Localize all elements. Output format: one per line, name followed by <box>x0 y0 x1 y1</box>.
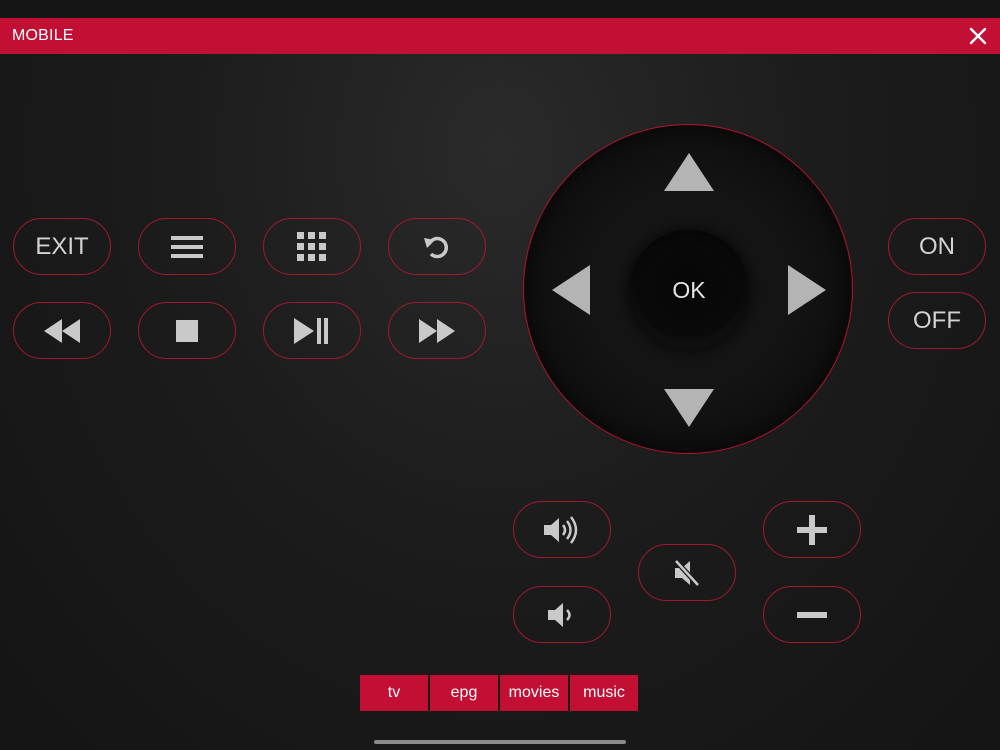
tab-tv[interactable]: tv <box>360 675 428 711</box>
tab-epg[interactable]: epg <box>430 675 498 711</box>
grid-button[interactable] <box>263 218 361 275</box>
fast-forward-icon <box>419 318 455 343</box>
power-on-label: ON <box>919 232 955 260</box>
refresh-icon <box>422 232 452 262</box>
app-title: MOBILE <box>12 27 74 44</box>
minus-icon <box>797 611 827 619</box>
dpad: OK <box>523 124 853 454</box>
channel-up-button[interactable] <box>763 501 861 558</box>
power-on-button[interactable]: ON <box>888 218 986 275</box>
tab-movies[interactable]: movies <box>500 675 568 711</box>
tab-label: music <box>583 684 625 701</box>
arrow-left-icon[interactable] <box>552 265 590 320</box>
menu-icon <box>171 235 203 259</box>
power-off-button[interactable]: OFF <box>888 292 986 349</box>
menu-button[interactable] <box>138 218 236 275</box>
status-bar <box>0 0 1000 18</box>
tab-music[interactable]: music <box>570 675 638 711</box>
stop-button[interactable] <box>138 302 236 359</box>
play-pause-button[interactable] <box>263 302 361 359</box>
rewind-icon <box>44 318 80 343</box>
mute-button[interactable] <box>638 544 736 601</box>
rewind-button[interactable] <box>13 302 111 359</box>
tab-label: epg <box>450 684 478 701</box>
stop-icon <box>176 319 198 342</box>
refresh-button[interactable] <box>388 218 486 275</box>
arrow-up-icon[interactable] <box>664 153 714 196</box>
tab-label: movies <box>508 684 560 701</box>
exit-button-label: EXIT <box>35 232 89 260</box>
home-indicator[interactable] <box>374 740 626 744</box>
title-bar: MOBILE <box>0 18 1000 54</box>
tab-label: tv <box>387 684 401 701</box>
fast-forward-button[interactable] <box>388 302 486 359</box>
plus-icon <box>797 514 827 545</box>
close-icon[interactable] <box>968 26 988 46</box>
volume-down-button[interactable] <box>513 586 611 643</box>
mute-icon <box>673 558 701 588</box>
ok-button[interactable]: OK <box>629 230 749 350</box>
grid-icon <box>297 231 327 262</box>
ok-button-label: OK <box>672 276 706 303</box>
arrow-down-icon[interactable] <box>664 389 714 432</box>
bottom-tabs: tv epg movies music <box>360 675 638 711</box>
play-pause-icon <box>294 317 330 344</box>
power-off-label: OFF <box>913 306 961 334</box>
volume-up-button[interactable] <box>513 501 611 558</box>
exit-button[interactable]: EXIT <box>13 218 111 275</box>
volume-up-icon <box>544 515 580 544</box>
volume-down-icon <box>548 601 576 629</box>
channel-down-button[interactable] <box>763 586 861 643</box>
arrow-right-icon[interactable] <box>788 265 826 320</box>
